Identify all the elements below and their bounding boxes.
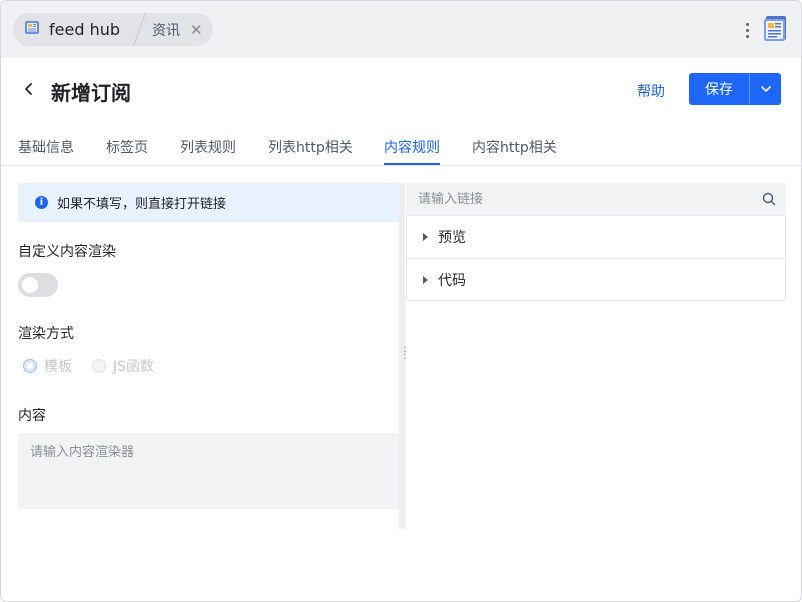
app-tab-title: feed hub [49,20,120,39]
back-arrow-icon[interactable] [23,80,35,101]
more-vertical-icon[interactable] [742,21,753,40]
newspaper-icon[interactable] [761,13,791,47]
content-label: 内容 [18,408,46,424]
collapse-item-label: 代码 [438,272,466,289]
caret-right-icon [423,275,428,284]
feed-hub-app-icon [24,19,42,41]
save-dropdown-button[interactable] [749,73,781,105]
info-icon: i [35,196,48,209]
app-tab[interactable]: feed hub [13,13,134,46]
radio-template[interactable]: 模板 [23,356,72,376]
alert-text: 如果不填写，则直接打开链接 [57,197,227,212]
tab-content-http[interactable]: 内容http相关 [472,137,557,157]
radio-template-circle [23,359,37,373]
chevron-down-icon [760,81,772,97]
page-title: 新增订阅 [51,81,131,105]
radio-template-label: 模板 [44,359,72,375]
save-button[interactable]: 保存 [689,73,749,105]
radio-js-label: JS函数 [113,359,155,375]
sub-tab-label: 资讯 [152,22,180,39]
content-rule-form: i 如果不填写，则直接打开链接 自定义内容渲染 渲染方式 模板 JS函数 内容 [18,183,399,529]
radio-js-function[interactable]: JS函数 [92,356,154,376]
search-icon[interactable] [752,192,786,206]
tab-list-rules[interactable]: 列表规则 [180,137,236,157]
page-header: 新增订阅 帮助 保存 [1,58,801,122]
info-alert: i 如果不填写，则直接打开链接 [18,183,399,222]
collapse-list: 预览 代码 [406,215,786,301]
custom-render-label: 自定义内容渲染 [18,244,116,260]
help-link[interactable]: 帮助 [637,81,665,101]
content-renderer-input[interactable] [18,433,399,509]
custom-render-toggle[interactable] [18,273,58,297]
active-tab-indicator [384,163,440,165]
panel-splitter[interactable]: ⋮ ⋮ [399,183,410,529]
app-window: feed hub 资讯 ✕ 新增订阅 帮助 保存 基础信息 标签页 列表规则 列… [0,0,802,602]
tab-content-rules[interactable]: 内容规则 [384,137,440,157]
sub-tab-news[interactable]: 资讯 ✕ [146,13,213,46]
top-right-tools [742,13,791,47]
save-button-group: 保存 [689,73,781,105]
collapse-item-preview[interactable]: 预览 [407,216,785,258]
link-search-box [406,183,786,215]
tab-list-http[interactable]: 列表http相关 [268,137,353,157]
link-input[interactable] [406,183,752,215]
tab-tag-page[interactable]: 标签页 [106,137,148,157]
tab-separator [134,13,146,46]
rule-tabs: 基础信息 标签页 列表规则 列表http相关 内容规则 内容http相关 [1,122,801,166]
close-icon[interactable]: ✕ [190,21,203,39]
render-mode-label: 渲染方式 [18,326,74,342]
caret-right-icon [423,233,428,241]
radio-js-circle [92,359,106,373]
toggle-knob [22,277,38,293]
tab-strip: feed hub 资讯 ✕ [13,13,213,46]
collapse-item-label: 预览 [438,230,466,246]
tab-basic-info[interactable]: 基础信息 [18,137,74,157]
collapse-item-code[interactable]: 代码 [407,258,785,300]
render-mode-radio-group: 模板 JS函数 [23,356,154,376]
window-tab-bar: feed hub 资讯 ✕ [1,1,801,58]
drag-grip-icon: ⋮ ⋮ [400,346,410,361]
